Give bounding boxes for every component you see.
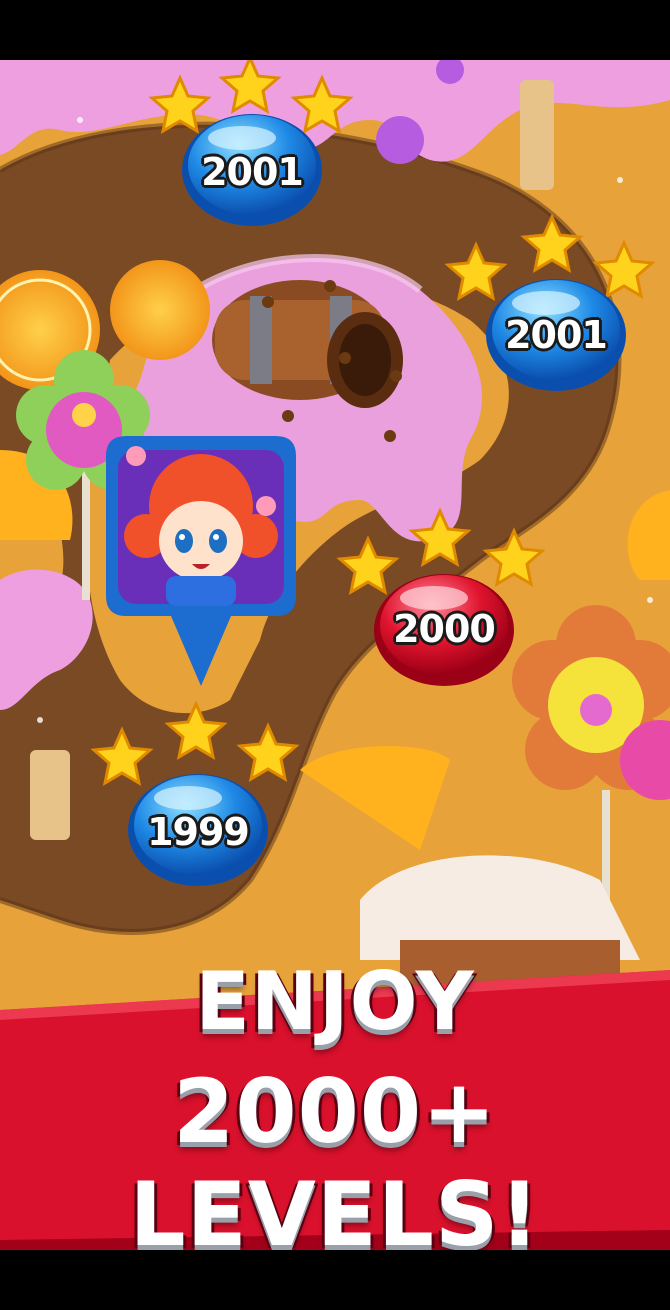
level-node-2001-top[interactable]: 2001 <box>148 60 354 226</box>
level-node-2000[interactable]: 2000 <box>336 505 546 686</box>
level-number: 2000 <box>393 607 496 651</box>
bottom-black-bar <box>0 1250 670 1310</box>
level-number: 2001 <box>201 150 304 194</box>
banner-line-2: 2000+ LEVELS! <box>129 1060 541 1266</box>
level-node-1999[interactable]: 1999 <box>90 700 300 886</box>
level-node-2001-right[interactable]: 2001 <box>444 213 656 391</box>
top-black-bar <box>0 0 670 60</box>
level-number: 1999 <box>147 810 250 854</box>
player-avatar-icon[interactable] <box>96 436 306 696</box>
level-number: 2001 <box>505 313 608 357</box>
banner-line-1: ENJOY <box>195 955 475 1048</box>
